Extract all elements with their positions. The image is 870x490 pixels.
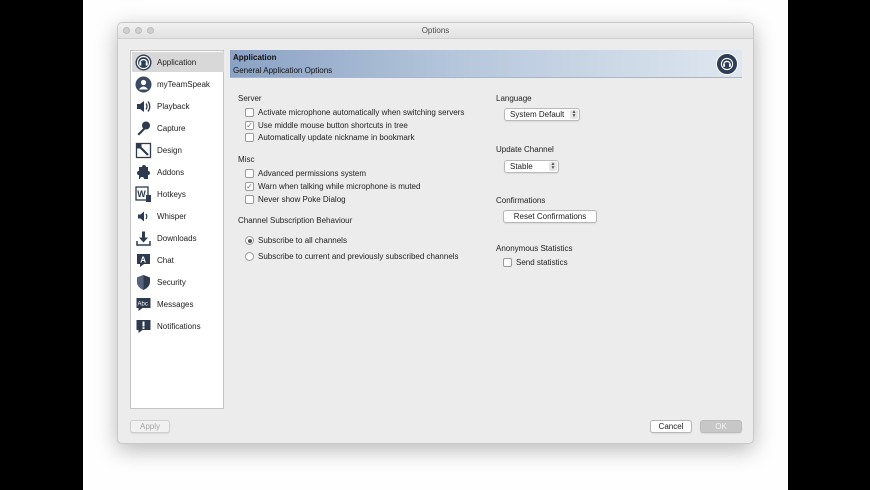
update-channel-select[interactable]: Stable ▲ ▼: [504, 160, 559, 173]
options-window: Options Application myTeamSpeak Playback: [117, 22, 754, 444]
svg-text:A: A: [140, 255, 146, 264]
application-icon: [135, 54, 152, 71]
shield-icon: [135, 274, 152, 291]
misc-option-poke-dialog[interactable]: Never show Poke Dialog: [245, 194, 346, 205]
cancel-button[interactable]: Cancel: [650, 420, 692, 433]
apply-button[interactable]: Apply: [130, 420, 170, 433]
svg-text:W: W: [137, 189, 146, 199]
page-header: Application General Application Options: [230, 50, 742, 78]
server-option-auto-mic[interactable]: Activate microphone automatically when s…: [245, 107, 464, 118]
subscription-option-all[interactable]: Subscribe to all channels: [245, 235, 347, 246]
sidebar-item-label: Capture: [157, 123, 186, 133]
confirmations-label: Confirmations: [496, 196, 546, 205]
anonymous-statistics-label: Anonymous Statistics: [496, 244, 573, 253]
radio[interactable]: [245, 252, 254, 261]
page-title: Application: [233, 53, 277, 62]
speaker-icon: [135, 98, 152, 115]
sidebar-item-label: Hotkeys: [157, 189, 186, 199]
sidebar-item-hotkeys[interactable]: W Hotkeys: [132, 184, 224, 204]
options-sidebar: Application myTeamSpeak Playback Capture…: [130, 50, 224, 409]
subscription-option-previous[interactable]: Subscribe to current and previously subs…: [245, 251, 459, 262]
sidebar-item-label: Chat: [157, 255, 174, 265]
sidebar-item-capture[interactable]: Capture: [132, 118, 224, 138]
update-channel-label: Update Channel: [496, 145, 554, 154]
teamspeak-logo-icon: [716, 53, 738, 75]
sidebar-item-label: Playback: [157, 101, 190, 111]
language-label: Language: [496, 94, 532, 103]
subscription-group-label: Channel Subscription Behaviour: [238, 216, 353, 225]
sidebar-item-design[interactable]: Design: [132, 140, 224, 160]
ok-button[interactable]: OK: [700, 420, 742, 433]
checkbox-checked[interactable]: ✓: [245, 121, 254, 130]
sidebar-item-addons[interactable]: Addons: [132, 162, 224, 182]
sidebar-item-label: Notifications: [157, 321, 201, 331]
whisper-icon: [135, 208, 152, 225]
sidebar-item-label: Messages: [157, 299, 194, 309]
sidebar-item-label: Security: [157, 277, 186, 287]
page-subtitle: General Application Options: [233, 66, 333, 75]
sidebar-item-chat[interactable]: A Chat: [132, 250, 224, 270]
checkbox[interactable]: [245, 195, 254, 204]
sidebar-item-label: Addons: [157, 167, 185, 177]
misc-option-advanced-permissions[interactable]: Advanced permissions system: [245, 168, 366, 179]
misc-group-label: Misc: [238, 155, 255, 164]
sidebar-item-label: Design: [157, 145, 182, 155]
design-icon: [135, 142, 152, 159]
language-select[interactable]: System Default ▲ ▼: [504, 108, 580, 121]
sidebar-item-label: Whisper: [157, 211, 187, 221]
checkbox[interactable]: [245, 133, 254, 142]
sidebar-item-downloads[interactable]: Downloads: [132, 228, 224, 248]
microphone-icon: [135, 120, 152, 137]
sidebar-item-myteamspeak[interactable]: myTeamSpeak: [132, 74, 224, 94]
window-title: Options: [421, 26, 450, 35]
svg-text:Abc: Abc: [138, 301, 148, 307]
sidebar-item-playback[interactable]: Playback: [132, 96, 224, 116]
radio-selected[interactable]: [245, 236, 254, 245]
send-statistics-option[interactable]: Send statistics: [503, 257, 568, 268]
sidebar-item-application[interactable]: Application: [132, 52, 224, 72]
checkbox-checked[interactable]: ✓: [245, 182, 254, 191]
sidebar-item-security[interactable]: Security: [132, 272, 224, 292]
messages-icon: Abc: [135, 296, 152, 313]
server-option-update-nickname[interactable]: Automatically update nickname in bookmar…: [245, 132, 415, 143]
reset-confirmations-button[interactable]: Reset Confirmations: [503, 210, 597, 223]
chat-icon: A: [135, 252, 152, 269]
sidebar-item-messages[interactable]: Abc Messages: [132, 294, 224, 314]
select-arrows-icon: ▲ ▼: [570, 109, 578, 119]
sidebar-item-label: myTeamSpeak: [157, 79, 210, 89]
sidebar-item-label: Application: [157, 57, 197, 67]
checkbox[interactable]: [245, 108, 254, 117]
puzzle-icon: [135, 164, 152, 181]
sidebar-item-notifications[interactable]: Notifications: [132, 316, 224, 336]
server-option-middle-mouse[interactable]: ✓ Use middle mouse button shortcuts in t…: [245, 120, 408, 131]
checkbox[interactable]: [245, 169, 254, 178]
title-bar: Options: [118, 23, 753, 39]
notifications-icon: [135, 318, 152, 335]
myteamspeak-icon: [135, 76, 152, 93]
select-arrows-icon: ▲ ▼: [549, 161, 557, 171]
keyboard-icon: W: [135, 185, 152, 203]
sidebar-item-whisper[interactable]: Whisper: [132, 206, 224, 226]
server-group-label: Server: [238, 94, 262, 103]
checkbox[interactable]: [503, 258, 512, 267]
misc-option-warn-muted[interactable]: ✓ Warn when talking while microphone is …: [245, 181, 420, 192]
sidebar-item-label: Downloads: [157, 233, 197, 243]
download-icon: [135, 230, 152, 247]
